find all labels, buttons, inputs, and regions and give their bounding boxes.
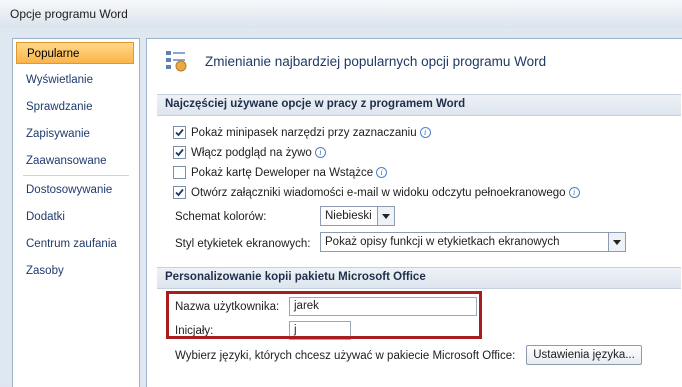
- checkbox-label: Pokaż kartę Deweloper na Wstążce: [191, 167, 374, 179]
- sidebar-item-zaawansowane[interactable]: Zaawansowane: [16, 150, 134, 172]
- highlight-box: [166, 291, 482, 339]
- sidebar-item-sprawdzanie[interactable]: Sprawdzanie: [16, 96, 134, 118]
- tooltip-style-value: Pokaż opisy funkcji w etykietkach ekrano…: [325, 236, 560, 248]
- chevron-down-icon[interactable]: [377, 207, 394, 225]
- color-scheme-select[interactable]: Niebieski: [320, 206, 395, 226]
- sidebar-item-dodatki[interactable]: Dodatki: [16, 206, 134, 228]
- languages-text: Wybierz języki, których chcesz używać w …: [175, 350, 516, 362]
- sidebar-item-centrum-zaufania[interactable]: Centrum zaufania: [16, 233, 134, 255]
- color-scheme-value: Niebieski: [325, 210, 372, 222]
- info-icon: i: [314, 147, 326, 159]
- sidebar-item-dostosowywanie[interactable]: Dostosowywanie: [16, 179, 134, 201]
- checkbox-label: Włącz podgląd na żywo: [191, 147, 312, 159]
- checkbox-minitoolbar[interactable]: [173, 126, 186, 139]
- info-icon: i: [568, 187, 580, 199]
- checkbox-label: Otwórz załączniki wiadomości e-mail w wi…: [191, 187, 566, 199]
- window-title: Opcje programu Word: [10, 7, 128, 21]
- checkbox-fullscreen-reading[interactable]: [173, 186, 186, 199]
- chevron-down-icon[interactable]: [608, 233, 625, 251]
- sidebar-item-zasoby[interactable]: Zasoby: [16, 260, 134, 282]
- tooltip-style-label: Styl etykietek ekranowych:: [175, 238, 311, 250]
- sidebar-item-popularne[interactable]: Popularne: [16, 42, 134, 64]
- checkbox-developer-tab[interactable]: [173, 166, 186, 179]
- checkbox-live-preview[interactable]: [173, 146, 186, 159]
- section-header-common-options: Najczęściej używane opcje w pracy z prog…: [157, 94, 681, 116]
- info-icon: i: [376, 167, 388, 179]
- section-header-personalize: Personalizowanie kopii pakietu Microsoft…: [157, 267, 681, 289]
- section-title: Najczęściej używane opcje w pracy z prog…: [165, 98, 466, 110]
- sidebar: Popularne Wyświetlanie Sprawdzanie Zapis…: [12, 38, 140, 387]
- section-title: Personalizowanie kopii pakietu Microsoft…: [165, 271, 426, 283]
- tooltip-style-select[interactable]: Pokaż opisy funkcji w etykietkach ekrano…: [320, 232, 626, 252]
- color-scheme-label: Schemat kolorów:: [175, 211, 267, 223]
- sidebar-divider: [23, 175, 129, 176]
- sidebar-item-wyswietlanie[interactable]: Wyświetlanie: [16, 69, 134, 91]
- language-settings-button[interactable]: Ustawienia języka...: [526, 345, 642, 365]
- options-list-icon: [166, 51, 187, 72]
- sidebar-item-zapisywanie[interactable]: Zapisywanie: [16, 123, 134, 145]
- checkbox-label: Pokaż minipasek narzędzi przy zaznaczani…: [191, 127, 417, 139]
- page-title: Zmienianie najbardziej popularnych opcji…: [205, 54, 547, 69]
- window-titlebar: Opcje programu Word: [0, 0, 682, 29]
- info-icon: i: [419, 127, 431, 139]
